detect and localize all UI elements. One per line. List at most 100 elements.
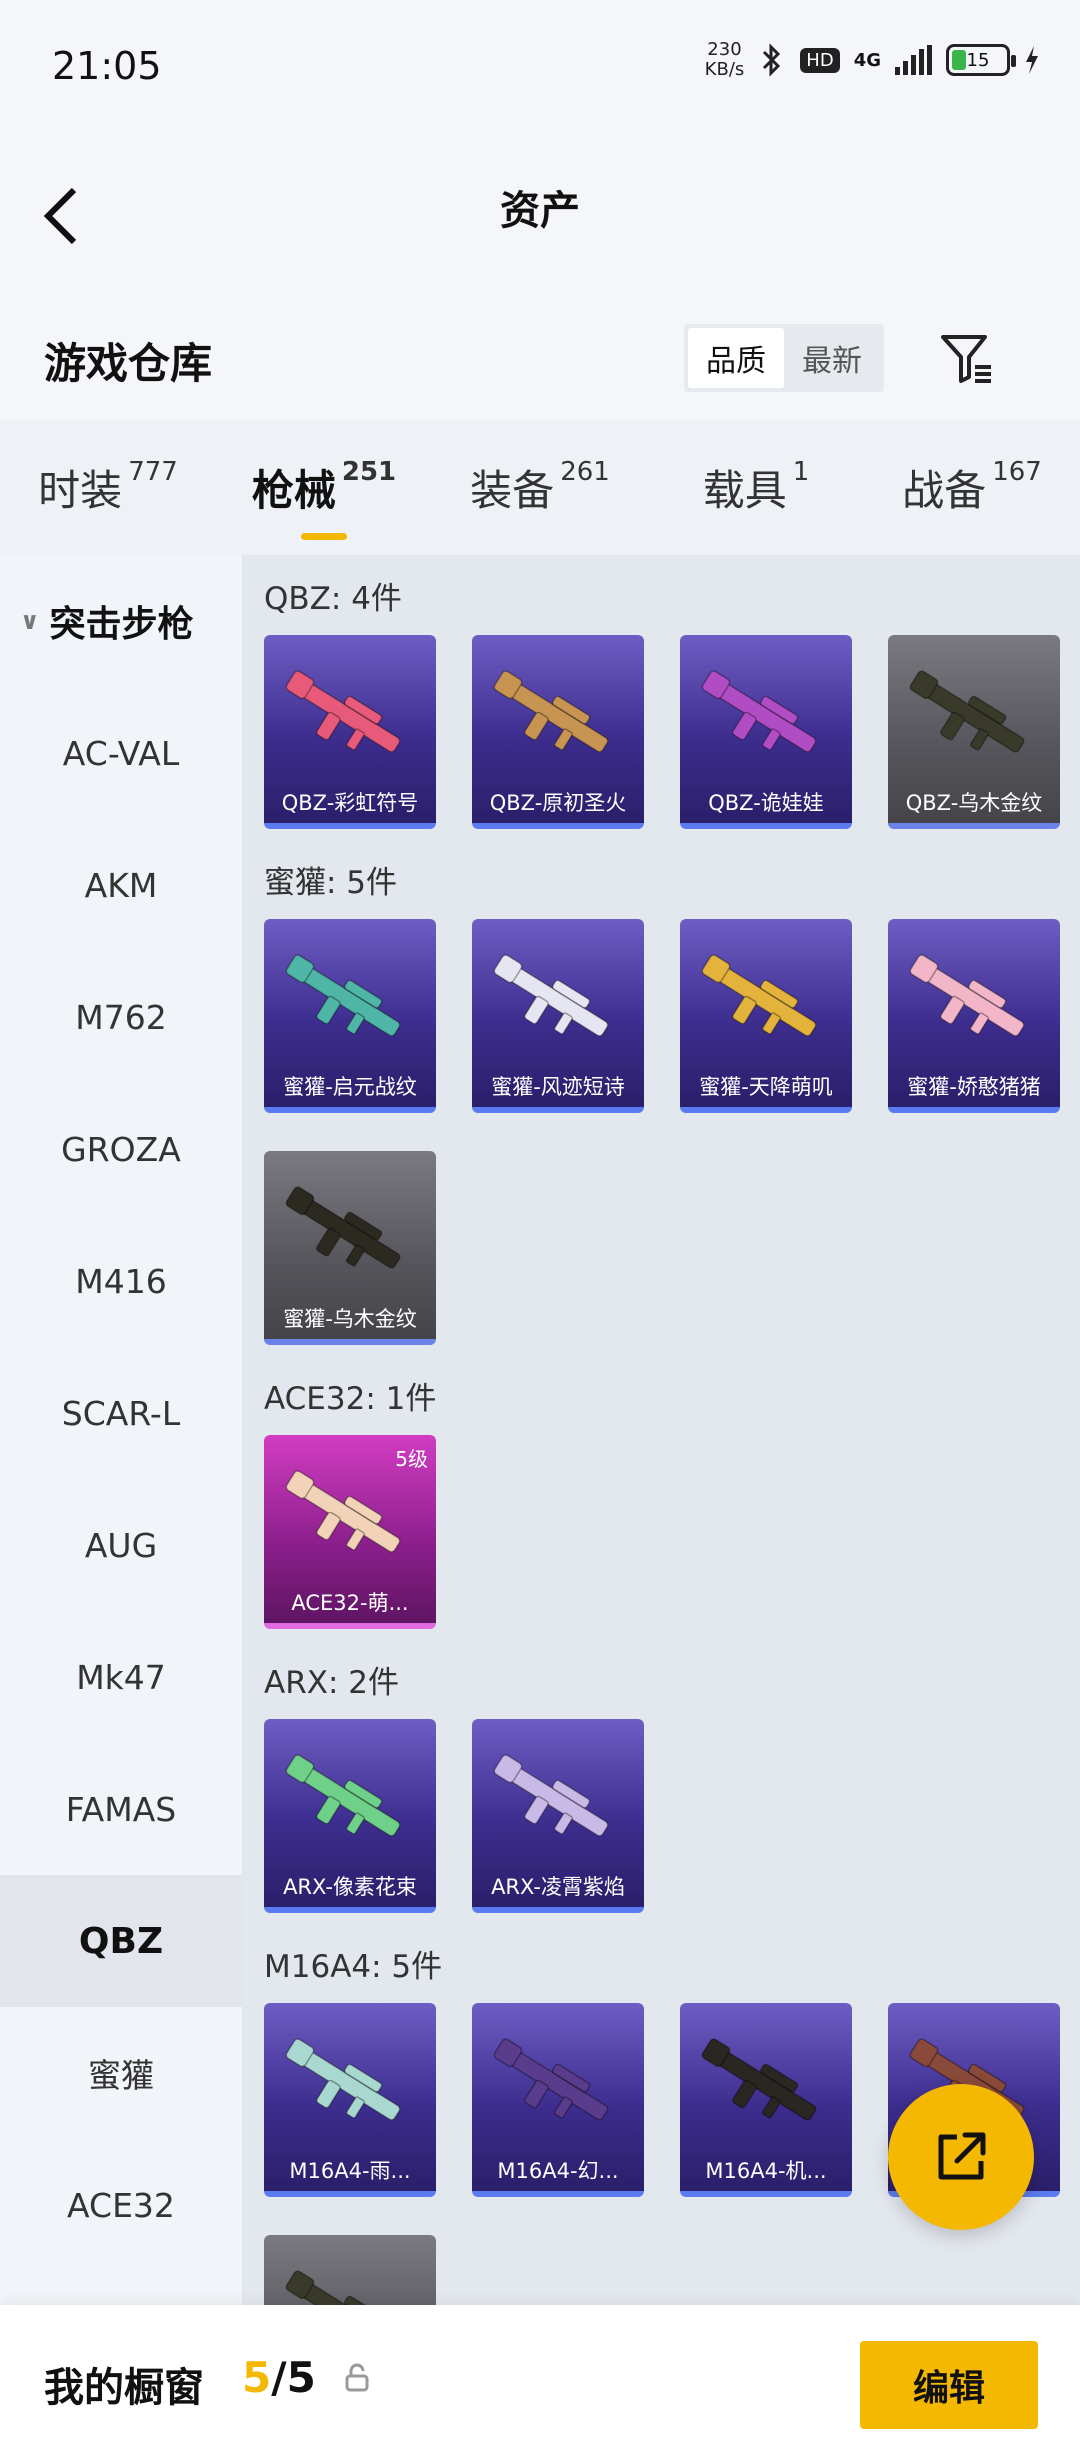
tab-vehicles[interactable]: 载具 1 [648,457,864,518]
group-title-honey-badger: 蜜獾: 5件 [264,865,398,901]
tab-fashion[interactable]: 时装 777 [0,457,216,518]
edit-button[interactable]: 编辑 [860,2341,1038,2429]
showcase-bar: 我的橱窗 5/5 编辑 [0,2305,1080,2460]
bluetooth-icon [758,43,786,77]
showcase-total: /5 [271,2353,316,2402]
sidebar-category-label: 突击步枪 [49,604,194,645]
rifle-icon [701,954,817,1037]
rifle-icon [285,1470,401,1553]
skin-card[interactable]: M16A4-幻... [472,2003,644,2197]
filter-icon [941,335,991,383]
sidebar-item-famas[interactable]: FAMAS [0,1743,242,1875]
sidebar-item-ac-val[interactable]: AC-VAL [0,687,242,819]
hd-badge: HD [800,47,840,73]
warehouse-title: 游戏仓库 [44,339,213,388]
lock-icon [344,2363,370,2397]
charging-icon [1024,46,1040,74]
sidebar-item-ace32[interactable]: ACE32 [0,2139,242,2271]
skin-card[interactable]: 蜜獾-娇憨猪猪 [888,919,1060,1113]
showcase-current: 5 [242,2353,272,2402]
skin-card[interactable]: 蜜獾-乌木金纹 [264,1151,436,1345]
tab-firearms[interactable]: 枪械 251 [216,457,432,518]
skin-card[interactable]: QBZ-彩虹符号 [264,635,436,829]
skin-card[interactable]: 蜜獾-启元战纹 [264,919,436,1113]
sidebar-item-mk47[interactable]: Mk47 [0,1611,242,1743]
sidebar-item-m416[interactable]: M416 [0,1215,242,1347]
rifle-icon [909,670,1025,753]
header: 资产 [0,140,1080,280]
skin-card[interactable]: ARX-凌霄紫焰 [472,1719,644,1913]
sidebar-category-header[interactable]: ∨ 突击步枪 [0,555,242,687]
skin-label: QBZ-原初圣火 [489,791,627,815]
sidebar-item-akm[interactable]: AKM [0,819,242,951]
showcase-label: 我的橱窗 [44,2365,204,2411]
page-title: 资产 [500,188,580,234]
sidebar-item-m762[interactable]: M762 [0,951,242,1083]
chevron-down-icon: ∨ [20,607,40,635]
skin-label: QBZ-彩虹符号 [281,791,419,815]
skin-card[interactable] [264,2235,436,2305]
sort-toggle: 品质 最新 [684,324,884,392]
skin-label: QBZ-乌木金纹 [905,791,1043,815]
rifle-icon [285,2270,401,2305]
status-icons: 230 KB/s HD 4G 15 [705,40,1040,80]
skin-label: M16A4-幻... [497,2159,619,2183]
skin-label: ARX-凌霄紫焰 [491,1875,625,1899]
skin-label: ARX-像素花束 [283,1875,417,1899]
skin-label: QBZ-诡娃娃 [708,791,824,815]
sort-latest-button[interactable]: 最新 [784,328,880,388]
group-title-arx: ARX: 2件 [264,1665,400,1701]
weapon-sidebar: ∨ 突击步枪 AC-VAL AKM M762 GROZA M416 SCAR-L… [0,555,242,2305]
skin-label: 蜜獾-启元战纹 [283,1075,417,1099]
sidebar-item-qbz[interactable]: QBZ [0,1875,242,2007]
battery-level: 15 [966,49,990,71]
rifle-icon [701,670,817,753]
showcase-count: 5/5 [242,2353,316,2402]
skin-label: M16A4-机... [705,2159,827,2183]
skin-card[interactable]: QBZ-乌木金纹 [888,635,1060,829]
filter-button[interactable] [932,324,1002,394]
skin-card[interactable]: M16A4-机... [680,2003,852,2197]
rifle-icon [493,670,609,753]
skin-level-badge: 5级 [395,1447,428,1471]
skin-card[interactable]: QBZ-诡娃娃 [680,635,852,829]
group-title-ace32: ACE32: 1件 [264,1381,437,1417]
rifle-icon [493,954,609,1037]
status-bar: 21:05 230 KB/s HD 4G 15 [0,0,1080,140]
tab-equipment[interactable]: 装备 261 [432,457,648,518]
skin-label: 蜜獾-娇憨猪猪 [907,1075,1041,1099]
skin-card[interactable]: 蜜獾-风迹短诗 [472,919,644,1113]
skin-label: 蜜獾-乌木金纹 [283,1307,417,1331]
sidebar-item-honey-badger[interactable]: 蜜獾 [0,2007,242,2139]
skin-label: ACE32-萌... [291,1591,409,1615]
rifle-icon [285,670,401,753]
sidebar-item-groza[interactable]: GROZA [0,1083,242,1215]
share-button[interactable] [888,2084,1034,2230]
rifle-icon [285,1186,401,1269]
net-speed-value: 230 [707,39,742,60]
net-speed: 230 KB/s [705,40,745,80]
skin-label: 蜜獾-风迹短诗 [491,1075,625,1099]
skin-label: 蜜獾-天降萌叽 [699,1075,833,1099]
skin-card[interactable]: M16A4-雨... [264,2003,436,2197]
external-link-icon [938,2132,986,2180]
sidebar-item-scar-l[interactable]: SCAR-L [0,1347,242,1479]
net-speed-unit: KB/s [704,59,745,80]
rifle-icon [493,2038,609,2121]
rifle-icon [285,1754,401,1837]
sort-quality-button[interactable]: 品质 [688,328,784,388]
warehouse-header: 游戏仓库 品质 最新 [0,300,1080,420]
category-tabs: 时装 777 枪械 251 装备 261 载具 1 战备 167 [0,420,1080,555]
skin-card[interactable]: ARX-像素花束 [264,1719,436,1913]
group-title-qbz: QBZ: 4件 [264,581,402,617]
rifle-icon [285,2038,401,2121]
rifle-icon [493,1754,609,1837]
rifle-icon [701,2038,817,2121]
skin-card[interactable]: 5级 ACE32-萌... [264,1435,436,1629]
sidebar-item-aug[interactable]: AUG [0,1479,242,1611]
skin-card[interactable]: QBZ-原初圣火 [472,635,644,829]
status-time: 21:05 [52,44,162,88]
group-title-m16a4: M16A4: 5件 [264,1949,443,1985]
tab-supplies[interactable]: 战备 167 [864,457,1080,518]
skin-card[interactable]: 蜜獾-天降萌叽 [680,919,852,1113]
